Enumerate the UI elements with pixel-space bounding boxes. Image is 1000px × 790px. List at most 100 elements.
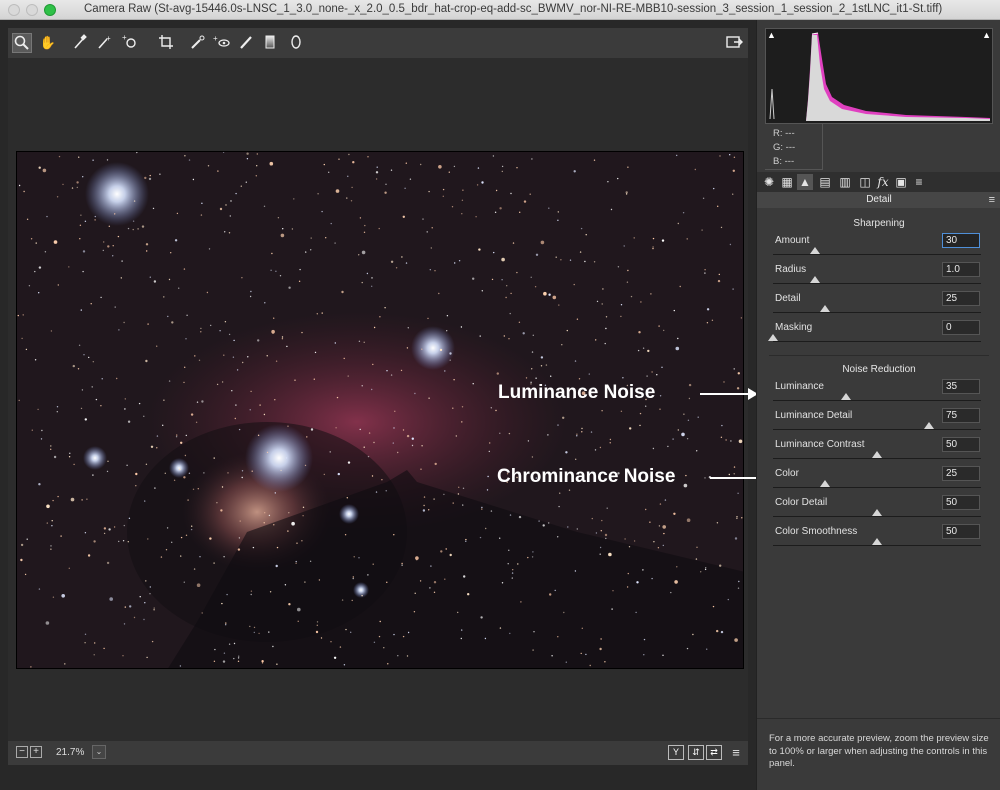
- luminance-arrow-icon: [700, 388, 758, 400]
- amount-label: Amount: [775, 235, 810, 246]
- right-panel: ▲ ▲ R: --- G: --- B: --- ✺ ▦ ▲ ▤ ▥ ◫ fx …: [756, 20, 1000, 790]
- graduated-filter-icon[interactable]: [260, 33, 280, 53]
- color-smoothness-slider[interactable]: [773, 545, 981, 546]
- b-label: B:: [773, 156, 782, 167]
- svg-text:+: +: [213, 34, 218, 43]
- hsl-tab-icon[interactable]: ▤: [817, 174, 833, 190]
- r-label: R:: [773, 128, 783, 139]
- bottom-bar: − + 21.7% ⌄ Y ⇵ ⇄ ≡: [8, 741, 748, 765]
- color-detail-label: Color Detail: [775, 497, 828, 508]
- zoom-in-button[interactable]: +: [30, 746, 42, 758]
- color-label: Color: [775, 468, 799, 479]
- crop-icon[interactable]: [156, 33, 176, 53]
- color-input[interactable]: [942, 466, 980, 481]
- masking-slider-thumb[interactable]: [768, 334, 778, 341]
- calibration-tab-icon[interactable]: ▣: [893, 174, 909, 190]
- preview-image: [16, 151, 744, 669]
- brush-icon[interactable]: [236, 33, 256, 53]
- luminance-input[interactable]: [942, 379, 980, 394]
- presets-tab-icon[interactable]: ≡: [911, 174, 927, 190]
- help-divider: [757, 718, 1000, 719]
- luminance-slider[interactable]: [773, 400, 981, 401]
- tone-curve-tab-icon[interactable]: ▦: [779, 174, 795, 190]
- highlight-clipping-icon[interactable]: ▲: [982, 30, 991, 40]
- luminance-detail-slider-thumb[interactable]: [924, 422, 934, 429]
- shadow-clipping-icon[interactable]: ▲: [767, 30, 776, 40]
- before-after-view-icon[interactable]: Y: [668, 745, 684, 760]
- detail-input[interactable]: [942, 291, 980, 306]
- detail-slider[interactable]: [773, 312, 981, 313]
- zoom-icon[interactable]: [12, 33, 32, 53]
- window-title: Camera Raw (St-avg-15446.0s-LNSC_1_3.0_n…: [84, 3, 943, 15]
- help-text: For a more accurate preview, zoom the pr…: [769, 733, 989, 769]
- zoom-dropdown-button[interactable]: ⌄: [92, 745, 106, 759]
- amount-slider-thumb[interactable]: [809, 247, 820, 254]
- close-window-button[interactable]: [8, 4, 20, 16]
- detail-slider-thumb[interactable]: [820, 305, 830, 312]
- luminance-contrast-slider[interactable]: [773, 458, 981, 459]
- color-slider-thumb[interactable]: [820, 480, 830, 487]
- white-balance-icon[interactable]: [70, 33, 90, 53]
- luminance-contrast-slider-thumb[interactable]: [872, 451, 882, 458]
- color-detail-input[interactable]: [942, 495, 980, 510]
- masking-input[interactable]: [942, 320, 980, 335]
- g-label: G:: [773, 142, 784, 153]
- section-divider: [769, 355, 989, 356]
- amount-slider[interactable]: [773, 254, 981, 255]
- maximize-window-button[interactable]: [44, 4, 56, 16]
- luminance-detail-input[interactable]: [942, 408, 980, 423]
- panel-title: Detail ≡: [757, 192, 1000, 208]
- svg-text:+: +: [106, 34, 111, 43]
- color-detail-slider-thumb[interactable]: [872, 509, 882, 516]
- window-titlebar: Camera Raw (St-avg-15446.0s-LNSC_1_3.0_n…: [0, 0, 1000, 20]
- masking-slider[interactable]: [773, 341, 981, 342]
- luminance-contrast-label: Luminance Contrast: [775, 439, 865, 450]
- tool-bar: ✋ + + +: [8, 28, 748, 58]
- swap-before-after-icon[interactable]: ⇵: [688, 745, 704, 760]
- luminance-label: Luminance: [775, 381, 824, 392]
- zoom-level: 21.7%: [56, 747, 85, 758]
- luminance-detail-label: Luminance Detail: [775, 410, 853, 421]
- open-preferences-icon[interactable]: [724, 33, 744, 53]
- view-settings-icon[interactable]: ≡: [726, 743, 746, 763]
- luminance-contrast-input[interactable]: [942, 437, 980, 452]
- color-detail-slider[interactable]: [773, 516, 981, 517]
- red-eye-icon[interactable]: +: [212, 33, 232, 53]
- luminance-noise-annotation: Luminance Noise: [498, 382, 656, 403]
- chrominance-noise-annotation: Chrominance Noise: [497, 466, 676, 487]
- radius-slider[interactable]: [773, 283, 981, 284]
- basic-tab-icon[interactable]: ✺: [761, 174, 777, 190]
- r-value: ---: [785, 128, 795, 139]
- effects-tab-icon[interactable]: fx: [875, 174, 891, 190]
- rgb-readout: R: --- G: --- B: ---: [765, 124, 823, 170]
- radial-filter-icon[interactable]: [286, 33, 306, 53]
- lens-tab-icon[interactable]: ◫: [857, 174, 873, 190]
- masking-label: Masking: [775, 322, 813, 333]
- sharpening-title: Sharpening: [853, 218, 905, 229]
- split-toning-tab-icon[interactable]: ▥: [837, 174, 853, 190]
- panel-menu-icon[interactable]: ≡: [989, 192, 995, 208]
- spot-removal-icon[interactable]: [188, 33, 208, 53]
- radius-label: Radius: [775, 264, 807, 275]
- copy-settings-icon[interactable]: ⇄: [706, 745, 722, 760]
- b-value: ---: [784, 156, 795, 167]
- targeted-adjustment-icon[interactable]: +: [120, 33, 140, 53]
- svg-text:+: +: [122, 33, 127, 42]
- radius-slider-thumb[interactable]: [809, 276, 820, 283]
- zoom-out-button[interactable]: −: [16, 746, 28, 758]
- hand-icon[interactable]: ✋: [38, 33, 58, 53]
- color-smoothness-input[interactable]: [942, 524, 980, 539]
- radius-input[interactable]: [942, 262, 980, 277]
- detail-tab-icon[interactable]: ▲: [797, 174, 813, 190]
- panel-title-text: Detail: [866, 194, 892, 205]
- minimize-window-button[interactable]: [26, 4, 38, 16]
- noise-reduction-title: Noise Reduction: [842, 364, 916, 375]
- color-smoothness-slider-thumb[interactable]: [872, 538, 882, 545]
- g-value: ---: [785, 142, 796, 153]
- amount-input[interactable]: [942, 233, 980, 248]
- luminance-detail-slider[interactable]: [773, 429, 981, 430]
- color-sampler-icon[interactable]: +: [94, 33, 114, 53]
- color-smoothness-label: Color Smoothness: [775, 526, 858, 537]
- luminance-slider-thumb[interactable]: [840, 393, 851, 400]
- color-slider[interactable]: [773, 487, 981, 488]
